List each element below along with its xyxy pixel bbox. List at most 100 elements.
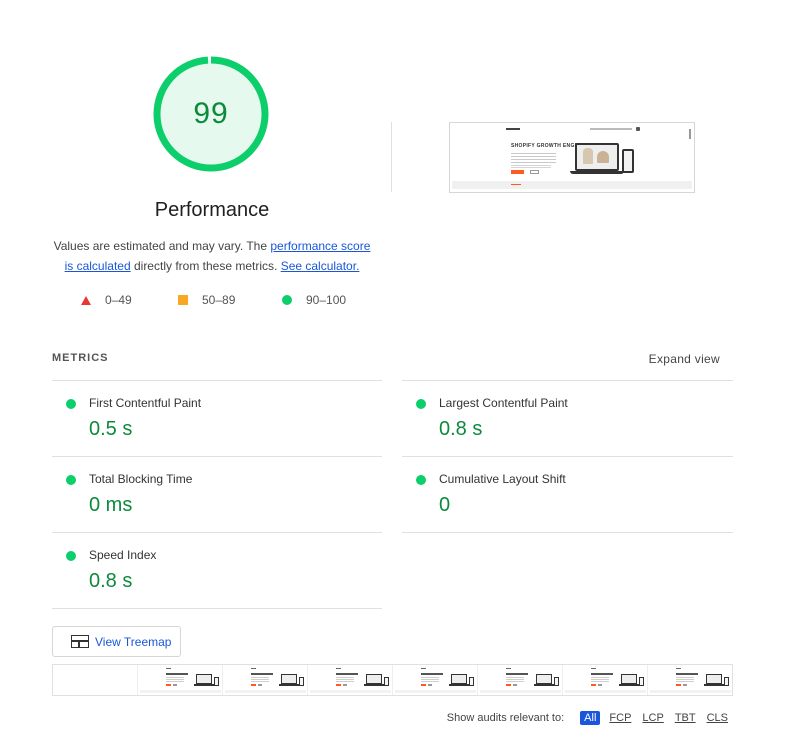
thumb-phone-image	[622, 149, 634, 173]
frame-head	[506, 673, 528, 675]
frame-phone	[214, 677, 219, 686]
metric-label: Largest Contentful Paint	[439, 396, 568, 410]
pass-circle-icon	[416, 475, 426, 485]
frame-foot	[310, 690, 391, 693]
frame-head	[676, 673, 698, 675]
metrics-divider	[402, 532, 733, 533]
pass-circle-icon	[416, 399, 426, 409]
frame-base	[449, 684, 469, 686]
filter-chip-fcp[interactable]: FCP	[607, 711, 633, 725]
metrics-heading: METRICS	[52, 352, 109, 364]
frame-lines	[251, 677, 269, 682]
metric-label: Total Blocking Time	[89, 472, 193, 486]
frame-logo	[676, 668, 681, 669]
thumb-footer	[452, 181, 692, 189]
thumb-footer-accent	[511, 184, 521, 185]
filmstrip-frame	[563, 665, 648, 695]
metric-si: Speed Index 0.8 s	[52, 532, 382, 608]
frame-laptop	[621, 674, 637, 684]
pass-circle-icon	[66, 551, 76, 561]
frame-logo	[421, 668, 426, 669]
metric-value: 0	[439, 494, 451, 516]
frame-phone	[384, 677, 389, 686]
pass-circle-icon	[66, 399, 76, 409]
triangle-icon	[81, 295, 91, 305]
thumb-logo	[506, 128, 520, 130]
frame-logo	[591, 668, 596, 669]
thumb-scrollbar	[689, 129, 691, 139]
score-title: Performance	[154, 199, 270, 221]
frame-head	[251, 673, 273, 675]
frame-btn	[506, 684, 511, 686]
audit-filter-label: Show audits relevant to:	[446, 712, 565, 724]
frame-btn	[676, 684, 681, 686]
filter-chip-tbt[interactable]: TBT	[673, 711, 698, 725]
thumb-subtext	[511, 165, 551, 169]
frame-btn2	[258, 684, 262, 686]
metric-value: 0.8 s	[439, 418, 483, 440]
frame-base	[704, 684, 724, 686]
square-icon	[178, 295, 188, 305]
description-prefix: Values are estimated and may vary. The	[53, 239, 271, 253]
thumb-cart-icon	[636, 127, 640, 131]
treemap-icon	[71, 635, 89, 648]
frame-btn	[251, 684, 256, 686]
view-treemap-button[interactable]: View Treemap	[52, 626, 181, 657]
metric-label: First Contentful Paint	[89, 396, 202, 410]
frame-logo	[251, 668, 256, 669]
expand-view-toggle[interactable]: Expand view	[649, 352, 720, 366]
filmstrip-frame	[223, 665, 308, 695]
filter-chip-cls[interactable]: CLS	[705, 711, 730, 725]
legend-pass: 90–100	[282, 293, 346, 307]
score-value: 99	[193, 97, 229, 130]
filmstrip-frame	[393, 665, 478, 695]
audit-filter: Show audits relevant to: All FCP LCP TBT…	[447, 711, 730, 725]
frame-logo	[336, 668, 341, 669]
frame-phone	[554, 677, 559, 686]
frame-head	[166, 673, 188, 675]
frame-laptop	[366, 674, 382, 684]
metric-fcp: First Contentful Paint 0.5 s	[52, 380, 382, 456]
final-screenshot-thumbnail[interactable]: SHOPIFY GROWTH ENGINEER	[449, 122, 695, 193]
frame-btn2	[173, 684, 177, 686]
frame-phone	[724, 677, 729, 686]
frame-laptop	[536, 674, 552, 684]
frame-foot	[225, 690, 306, 693]
frame-lines	[676, 677, 694, 682]
frame-btn2	[513, 684, 517, 686]
vertical-divider	[391, 122, 392, 192]
filter-chip-all[interactable]: All	[580, 711, 601, 725]
metric-label: Speed Index	[89, 548, 157, 562]
frame-base	[194, 684, 214, 686]
filmstrip	[52, 664, 733, 696]
filter-chip-lcp[interactable]: LCP	[640, 711, 665, 725]
thumb-product-2	[597, 151, 609, 163]
filmstrip-frame	[308, 665, 393, 695]
frame-phone	[469, 677, 474, 686]
metrics-divider	[52, 608, 382, 609]
frame-lines	[591, 677, 609, 682]
description-middle: directly from these metrics.	[130, 259, 281, 273]
frame-head	[336, 673, 358, 675]
frame-head	[421, 673, 443, 675]
frame-foot	[395, 690, 476, 693]
filmstrip-frame	[138, 665, 223, 695]
frame-foot	[650, 690, 731, 693]
frame-phone	[639, 677, 644, 686]
metric-value: 0.5 s	[89, 418, 133, 440]
frame-base	[364, 684, 384, 686]
filmstrip-frame	[53, 665, 138, 695]
see-calculator-link[interactable]: See calculator.	[281, 259, 360, 273]
frame-logo	[506, 668, 511, 669]
metric-value: 0.8 s	[89, 570, 133, 592]
metric-tbt: Total Blocking Time 0 ms	[52, 456, 382, 532]
filmstrip-frame	[648, 665, 732, 695]
frame-base	[279, 684, 299, 686]
frame-btn2	[428, 684, 432, 686]
thumb-laptop-base	[570, 171, 624, 174]
metric-cls: Cumulative Layout Shift 0	[402, 456, 732, 532]
frame-lines	[506, 677, 524, 682]
treemap-label: View Treemap	[95, 634, 172, 649]
frame-laptop	[196, 674, 212, 684]
score-description: Values are estimated and may vary. The p…	[48, 236, 376, 276]
